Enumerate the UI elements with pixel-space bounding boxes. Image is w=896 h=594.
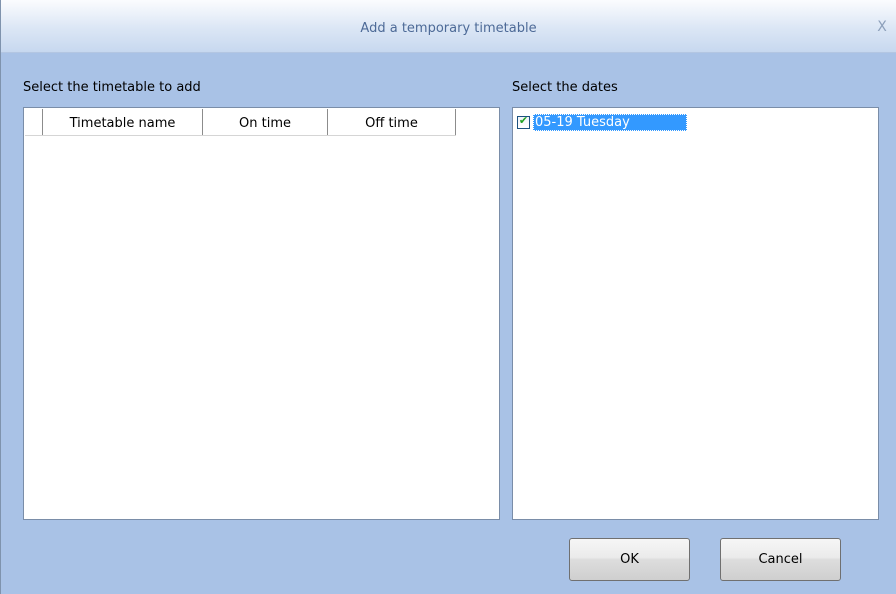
column-header-blank[interactable] (25, 109, 43, 135)
ok-button[interactable]: OK (569, 538, 690, 581)
timetable-section-label: Select the timetable to add (23, 80, 201, 95)
dialog-title: Add a temporary timetable (360, 21, 537, 36)
column-header-off-time[interactable]: Off time (328, 109, 456, 135)
column-header-on-time[interactable]: On time (203, 109, 328, 135)
date-item-label: 05-19 Tuesday (533, 113, 687, 131)
date-checkbox[interactable]: ✔ (517, 113, 530, 129)
dates-list[interactable]: ✔ 05-19 Tuesday (512, 107, 879, 520)
date-item-05-19[interactable]: ✔ 05-19 Tuesday (517, 113, 687, 131)
close-icon[interactable]: X (874, 19, 890, 35)
dates-section-label: Select the dates (512, 80, 618, 95)
timetable-list[interactable]: Timetable name On time Off time (23, 107, 500, 520)
checkmark-icon: ✔ (518, 113, 529, 127)
dialog-window: Add a temporary timetable X Select the t… (0, 0, 896, 594)
cancel-button[interactable]: Cancel (720, 538, 841, 581)
column-header-timetable-name[interactable]: Timetable name (43, 109, 203, 135)
timetable-list-header: Timetable name On time Off time (25, 109, 456, 136)
title-bar: Add a temporary timetable X (1, 0, 896, 53)
